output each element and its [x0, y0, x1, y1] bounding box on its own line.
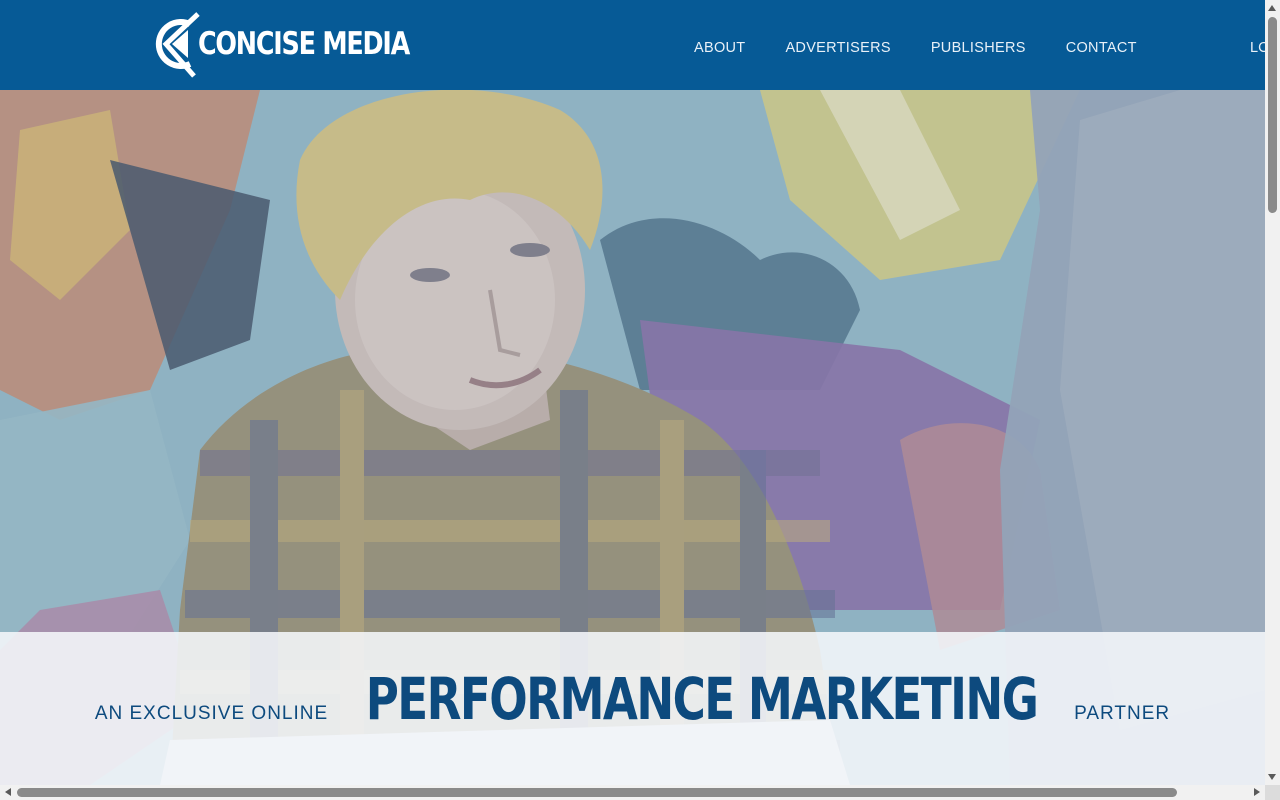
- concise-c-logo-icon: [155, 12, 200, 78]
- scroll-down-arrow-icon[interactable]: [1268, 774, 1276, 780]
- nav-item-advertisers[interactable]: ADVERTISERS: [785, 40, 890, 56]
- nav-item-contact[interactable]: CONTACT: [1066, 40, 1137, 56]
- nav-item-about[interactable]: ABOUT: [694, 40, 745, 56]
- tagline-main: PERFORMANCE MARKETING: [365, 665, 1038, 733]
- site-header: CONCISE MEDIA ABOUT ADVERTISERS PUBLISHE…: [0, 0, 1265, 90]
- scroll-left-arrow-icon[interactable]: [5, 788, 11, 796]
- vertical-scroll-thumb[interactable]: [1268, 17, 1277, 213]
- horizontal-scroll-thumb[interactable]: [17, 788, 1177, 797]
- scroll-up-arrow-icon[interactable]: [1268, 5, 1276, 11]
- hero-tagline: AN EXCLUSIVE ONLINE PERFORMANCE MARKETIN…: [0, 664, 1265, 734]
- horizontal-scrollbar[interactable]: [0, 785, 1265, 800]
- tagline-prefix: AN EXCLUSIVE ONLINE: [94, 703, 329, 724]
- tagline-suffix: PARTNER: [1074, 703, 1171, 724]
- nav-item-publishers[interactable]: PUBLISHERS: [931, 40, 1026, 56]
- logo-link[interactable]: CONCISE MEDIA: [150, 10, 455, 78]
- scroll-right-arrow-icon[interactable]: [1254, 788, 1260, 796]
- scrollbar-corner: [1265, 785, 1280, 800]
- brand-name: CONCISE MEDIA: [198, 26, 410, 62]
- page-viewport: AN EXCLUSIVE ONLINE PERFORMANCE MARKETIN…: [0, 0, 1265, 785]
- nav-item-login[interactable]: LC: [1250, 40, 1265, 56]
- vertical-scrollbar[interactable]: [1265, 0, 1280, 785]
- main-nav: ABOUT ADVERTISERS PUBLISHERS CONTACT: [694, 40, 1177, 56]
